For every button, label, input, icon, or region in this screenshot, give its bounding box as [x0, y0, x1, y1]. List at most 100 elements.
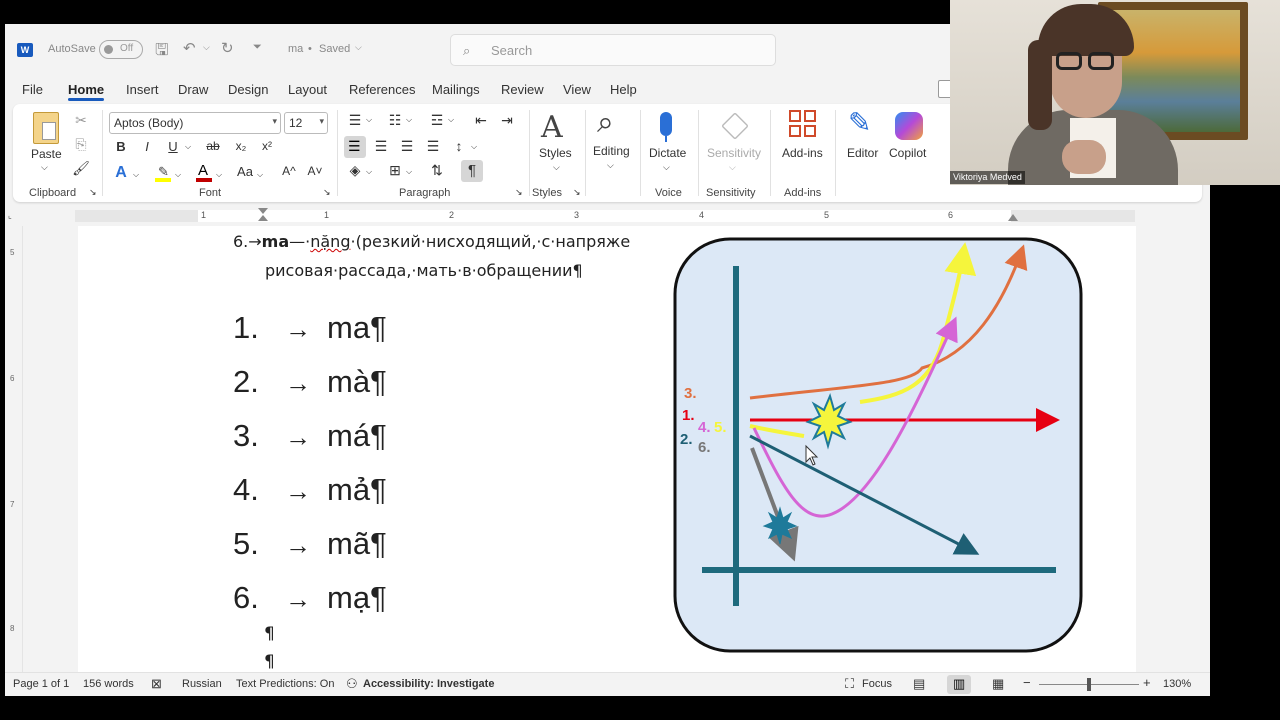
list-item[interactable]: 6. → mạ¶ — [233, 580, 387, 616]
editing-icon[interactable]: ⌕ — [597, 106, 614, 140]
clipboard-launcher-icon[interactable]: ↘ — [89, 187, 97, 198]
align-right-icon[interactable]: ☰ — [397, 138, 417, 155]
microphone-icon[interactable] — [660, 112, 672, 136]
bold-button[interactable]: B — [111, 139, 131, 154]
highlight-dropdown-icon[interactable]: ⌵ — [175, 170, 181, 180]
copilot-icon[interactable] — [895, 112, 923, 140]
borders-dropdown-icon[interactable]: ⌵ — [406, 167, 412, 177]
cut-icon[interactable]: ✂ — [71, 112, 91, 129]
autosave-toggle[interactable]: Off — [99, 40, 143, 59]
tab-layout[interactable]: Layout — [288, 82, 327, 97]
editor-button[interactable]: Editor — [847, 146, 878, 160]
editing-dropdown-icon[interactable]: ⌵ — [607, 160, 614, 171]
empty-paragraph-mark[interactable]: ¶ — [264, 652, 275, 672]
bullets-dropdown-icon[interactable]: ⌵ — [366, 115, 372, 125]
shading-icon[interactable]: ◈ — [345, 162, 365, 179]
tab-design[interactable]: Design — [228, 82, 268, 97]
show-formatting-button[interactable]: ¶ — [461, 160, 483, 182]
font-size-select[interactable]: 12 ▾ — [284, 112, 328, 134]
saved-status[interactable]: Saved — [319, 43, 350, 55]
search-input[interactable]: ⌕ Search — [450, 34, 776, 66]
superscript-button[interactable]: x² — [257, 139, 277, 153]
paste-button[interactable]: Paste — [31, 147, 62, 161]
right-indent-marker[interactable] — [1008, 214, 1018, 221]
tab-insert[interactable]: Insert — [126, 82, 159, 97]
text-predictions-status[interactable]: Text Predictions: On — [236, 678, 334, 690]
subscript-button[interactable]: x₂ — [231, 139, 251, 153]
focus-button[interactable]: Focus — [862, 678, 892, 690]
language-status[interactable]: Russian — [182, 678, 222, 690]
text-effects-button[interactable]: A — [111, 164, 131, 182]
font-color-dropdown-icon[interactable]: ⌵ — [216, 170, 222, 180]
align-left-button[interactable]: ☰ — [344, 136, 366, 158]
styles-dropdown-icon[interactable]: ⌵ — [553, 162, 560, 173]
document-canvas[interactable]: 5 6 7 8 6.→ma—·nặng·(резкий·нисходящий,·… — [5, 226, 1210, 672]
paste-icon[interactable] — [33, 112, 59, 144]
tab-file[interactable]: File — [22, 82, 43, 97]
list-item[interactable]: 4. → mả¶ — [233, 472, 387, 508]
tone-diagram[interactable]: 3. 1. 4. 5. 2. 6. — [672, 236, 1084, 656]
indent-marker[interactable] — [258, 208, 268, 224]
proofing-icon[interactable]: ⊠ — [151, 676, 162, 692]
zoom-out-icon[interactable]: − — [1023, 675, 1031, 690]
word-count[interactable]: 156 words — [83, 678, 134, 690]
multilevel-dropdown-icon[interactable]: ⌵ — [448, 115, 454, 125]
numbering-icon[interactable]: ☷ — [385, 112, 405, 129]
tab-references[interactable]: References — [349, 82, 415, 97]
grow-font-button[interactable]: A^ — [279, 164, 299, 178]
copy-icon[interactable]: ⎘ — [71, 136, 91, 153]
customize-toolbar-icon[interactable]: ⏷ — [253, 41, 262, 54]
misspelled-word[interactable]: nặng — [310, 232, 350, 251]
redo-icon[interactable]: ↻ — [221, 39, 234, 57]
tab-view[interactable]: View — [563, 82, 591, 97]
focus-icon[interactable]: ⛶ — [845, 676, 854, 692]
list-item[interactable]: 3. → má¶ — [233, 418, 387, 454]
copilot-button[interactable]: Copilot — [889, 146, 926, 160]
editing-button[interactable]: Editing — [593, 144, 630, 158]
paragraph-line-6[interactable]: 6.→ma—·nặng·(резкий·нисходящий,·с·напряж… — [233, 232, 630, 251]
bullets-icon[interactable]: ☰ — [345, 112, 365, 129]
undo-icon[interactable]: ↶ — [183, 39, 196, 57]
page-count[interactable]: Page 1 of 1 — [13, 678, 69, 690]
change-case-dropdown-icon[interactable]: ⌵ — [257, 170, 263, 180]
line-spacing-icon[interactable]: ↕ — [449, 138, 469, 154]
document-page[interactable]: 6.→ma—·nặng·(резкий·нисходящий,·с·напряж… — [78, 226, 1136, 672]
format-painter-icon[interactable]: 🖌 — [71, 160, 91, 177]
styles-icon[interactable]: A — [541, 110, 563, 145]
dictate-dropdown-icon[interactable]: ⌵ — [663, 162, 670, 173]
change-case-button[interactable]: Aa — [235, 164, 255, 179]
horizontal-ruler[interactable]: ⌞ 1 1 2 3 4 5 6 — [5, 206, 1210, 226]
list-item[interactable]: 5. → mã¶ — [233, 526, 387, 562]
underline-button[interactable]: U — [163, 139, 183, 154]
styles-launcher-icon[interactable]: ↘ — [573, 187, 581, 198]
accessibility-status[interactable]: Accessibility: Investigate — [363, 678, 494, 690]
styles-button[interactable]: Styles — [539, 146, 572, 160]
tab-review[interactable]: Review — [501, 82, 544, 97]
web-layout-icon[interactable]: ▦ — [992, 676, 1004, 692]
numbering-dropdown-icon[interactable]: ⌵ — [406, 115, 412, 125]
decrease-indent-icon[interactable]: ⇤ — [471, 112, 491, 129]
increase-indent-icon[interactable]: ⇥ — [497, 112, 517, 129]
saved-dropdown-icon[interactable]: ⌵ — [355, 42, 362, 53]
dictate-button[interactable]: Dictate — [649, 146, 686, 160]
list-item[interactable]: 2. → mà¶ — [233, 364, 387, 400]
tab-draw[interactable]: Draw — [178, 82, 208, 97]
highlight-icon[interactable]: ✎ — [155, 164, 171, 182]
read-mode-icon[interactable]: ▤ — [913, 676, 925, 692]
paragraph-launcher-icon[interactable]: ↘ — [515, 187, 523, 198]
print-layout-button[interactable]: ▥ — [947, 675, 971, 694]
tab-help[interactable]: Help — [610, 82, 637, 97]
shrink-font-button[interactable]: A˅ — [305, 164, 325, 178]
tab-home[interactable]: Home — [68, 82, 104, 97]
editor-icon[interactable]: ✎ — [848, 106, 871, 139]
underline-dropdown-icon[interactable]: ⌵ — [185, 142, 191, 152]
strikethrough-button[interactable]: ab — [203, 139, 223, 153]
zoom-slider-thumb[interactable] — [1087, 678, 1091, 691]
undo-dropdown-icon[interactable]: ⌵ — [203, 42, 210, 53]
accessibility-icon[interactable]: ⚇ — [346, 676, 358, 692]
document-name[interactable]: ma — [288, 43, 303, 55]
font-color-button[interactable]: A — [196, 162, 212, 182]
zoom-in-icon[interactable]: + — [1143, 675, 1151, 690]
tab-selector-icon[interactable]: ⌞ — [8, 211, 12, 220]
font-name-select[interactable]: Aptos (Body) ▾ — [109, 112, 281, 134]
